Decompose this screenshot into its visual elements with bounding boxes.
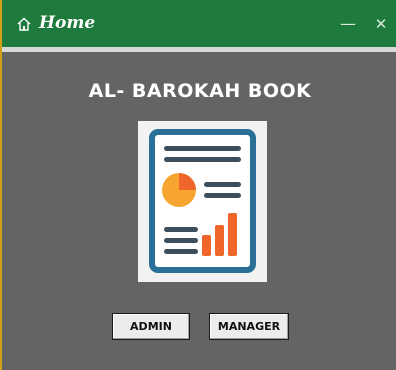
title-bar[interactable]: Home — ✕ (2, 0, 396, 52)
report-document-icon (138, 121, 267, 282)
home-window: Home — ✕ AL- BAROKAH BOOK ADMIN MANAGER (0, 0, 396, 370)
app-title: AL- BAROKAH BOOK (88, 80, 312, 102)
admin-button[interactable]: ADMIN (112, 313, 190, 340)
minimize-button[interactable]: — (337, 10, 359, 38)
window-title: Home (39, 13, 96, 33)
home-icon (16, 16, 32, 32)
close-button[interactable]: ✕ (370, 10, 392, 38)
manager-button[interactable]: MANAGER (209, 313, 289, 340)
